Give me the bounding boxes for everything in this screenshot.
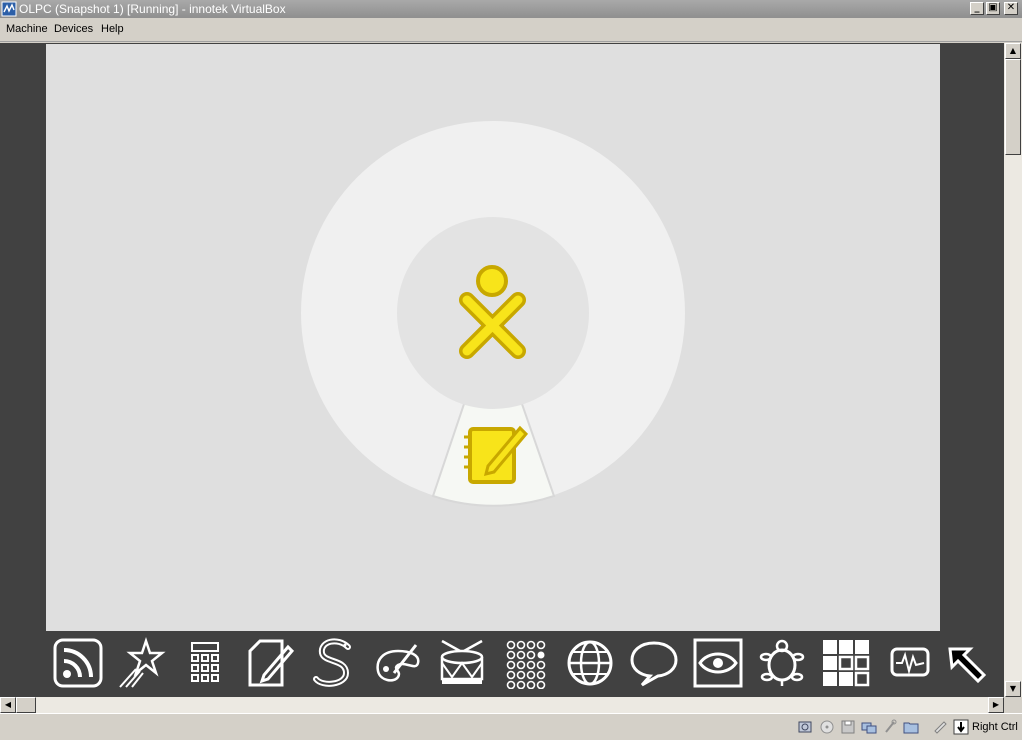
measure-wave-icon[interactable]: [884, 637, 936, 689]
rss-feed-icon[interactable]: [52, 637, 104, 689]
title-bar[interactable]: OLPC (Snapshot 1) [Running] - innotek Vi…: [0, 0, 1022, 18]
drum-icon[interactable]: [436, 637, 488, 689]
eye-icon[interactable]: [692, 637, 744, 689]
status-bar: Right Ctrl: [0, 713, 1022, 740]
menu-help[interactable]: Help: [101, 23, 124, 35]
write-icon[interactable]: [244, 637, 296, 689]
dots-grid-icon[interactable]: [500, 637, 552, 689]
menu-devices[interactable]: Devices: [54, 23, 93, 35]
restore-button[interactable]: ▣: [986, 2, 1000, 15]
cdrom-icon[interactable]: [819, 719, 835, 735]
floppy-icon[interactable]: [840, 719, 856, 735]
blocks-grid-icon[interactable]: [820, 637, 872, 689]
snake-icon[interactable]: [308, 637, 360, 689]
paint-icon[interactable]: [372, 637, 424, 689]
vm-display[interactable]: [0, 43, 1004, 697]
close-button[interactable]: ✕: [1004, 2, 1018, 15]
harddisk-icon[interactable]: [797, 719, 813, 735]
scrollbar-corner: [1004, 697, 1022, 713]
network-icon[interactable]: [861, 719, 877, 735]
scroll-down-button[interactable]: ▼: [1005, 681, 1021, 697]
horizontal-scrollbar[interactable]: ◀ ▶: [0, 697, 1004, 713]
shared-folder-icon[interactable]: [903, 719, 919, 735]
minimize-button[interactable]: _: [970, 2, 984, 15]
scroll-left-button[interactable]: ◀: [0, 697, 16, 713]
turtle-icon[interactable]: [756, 637, 808, 689]
scroll-up-button[interactable]: ▲: [1005, 43, 1021, 59]
activity-ring: [301, 121, 685, 507]
pointer-arrow-icon[interactable]: [942, 637, 994, 689]
calculator-icon[interactable]: [180, 637, 232, 689]
mouse-integration-icon[interactable]: [932, 719, 948, 735]
chat-bubble-icon[interactable]: [628, 637, 680, 689]
vertical-scroll-thumb[interactable]: [1005, 59, 1021, 155]
sugar-frame-activities: [46, 635, 1004, 697]
window-title: OLPC (Snapshot 1) [Running] - innotek Vi…: [19, 2, 286, 16]
host-key-icon[interactable]: [953, 719, 969, 735]
horizontal-scroll-thumb[interactable]: [16, 697, 36, 713]
menu-machine[interactable]: Machine: [6, 23, 48, 35]
menu-bar: Machine Devices Help: [0, 18, 1022, 42]
browse-globe-icon[interactable]: [564, 637, 616, 689]
host-key-label: Right Ctrl: [972, 721, 1018, 733]
sugar-home-view[interactable]: [46, 44, 940, 631]
usb-icon[interactable]: [882, 719, 898, 735]
scroll-right-button[interactable]: ▶: [988, 697, 1004, 713]
shooting-star-icon[interactable]: [116, 637, 168, 689]
virtualbox-app-icon: [1, 1, 17, 17]
vertical-scrollbar[interactable]: ▲ ▼: [1004, 43, 1022, 697]
